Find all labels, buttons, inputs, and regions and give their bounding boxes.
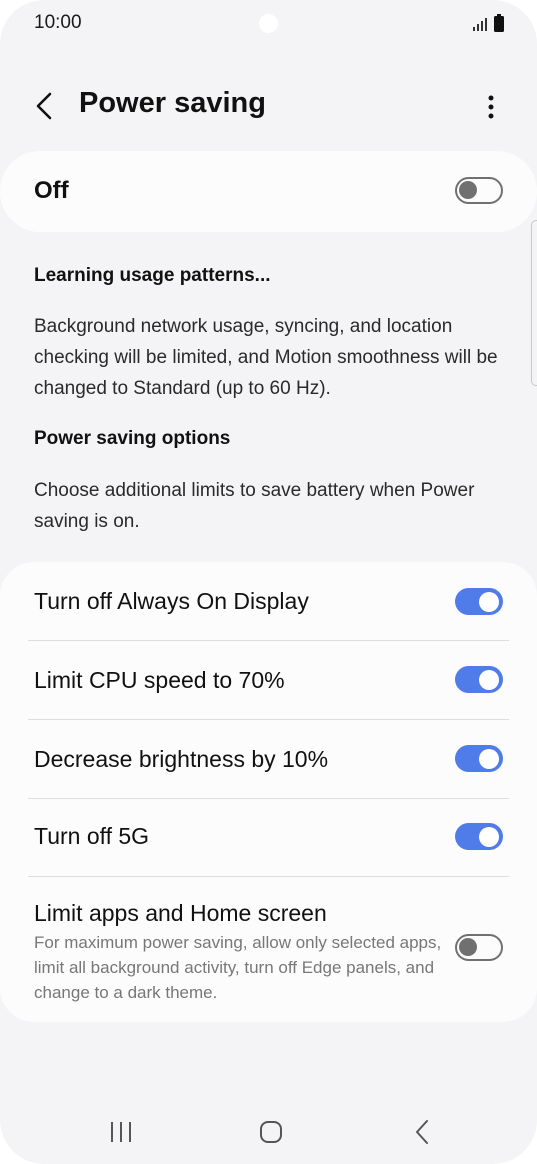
signal-icon: [473, 18, 487, 31]
home-icon: [260, 1121, 282, 1143]
back-nav-icon: [416, 1120, 428, 1144]
option-label: Decrease brightness by 10%: [34, 746, 329, 772]
power-saving-switch[interactable]: [455, 177, 503, 204]
option-row-5g[interactable]: Turn off 5G: [0, 799, 537, 876]
home-button[interactable]: [249, 1110, 293, 1154]
option-label: Limit apps and Home screen: [34, 900, 327, 926]
chevron-left-icon: [36, 92, 52, 120]
option-row-cpu-speed[interactable]: Limit CPU speed to 70%: [0, 641, 537, 719]
learning-heading: Learning usage patterns...: [34, 265, 271, 286]
power-options-heading: Power saving options: [34, 428, 231, 449]
options-card: Turn off Always On Display Limit CPU spe…: [0, 562, 537, 1022]
power-options-description: Choose additional limits to save battery…: [34, 480, 475, 532]
5g-switch[interactable]: [455, 823, 503, 850]
status-time: 10:00: [34, 12, 82, 33]
option-row-brightness[interactable]: Decrease brightness by 10%: [0, 720, 537, 798]
option-row-always-on-display[interactable]: Turn off Always On Display: [0, 562, 537, 640]
cpu-speed-switch[interactable]: [455, 666, 503, 693]
switch-knob: [459, 181, 477, 199]
switch-knob: [459, 938, 477, 956]
back-button[interactable]: [26, 84, 62, 128]
option-description: For maximum power saving, allow only sel…: [34, 933, 442, 1002]
more-options-button[interactable]: [474, 88, 508, 126]
camera-cutout: [259, 14, 278, 33]
page-title: Power saving: [79, 87, 266, 119]
option-label: Limit CPU speed to 70%: [34, 667, 285, 693]
power-saving-master-row[interactable]: Off: [0, 151, 537, 232]
option-row-limit-apps[interactable]: Limit apps and Home screen For maximum p…: [0, 877, 537, 1022]
option-label: Turn off Always On Display: [34, 588, 309, 614]
battery-icon: [494, 14, 504, 32]
recent-apps-button[interactable]: [99, 1110, 143, 1154]
switch-knob: [479, 669, 499, 690]
more-vertical-icon: [488, 95, 494, 119]
limit-apps-switch[interactable]: [455, 934, 503, 961]
phone-screen: 10:00 Power saving Off Learning usage pa…: [0, 0, 537, 1164]
switch-knob: [479, 826, 499, 847]
switch-knob: [479, 591, 499, 612]
master-toggle-label: Off: [34, 177, 69, 204]
switch-knob: [479, 748, 499, 769]
scrollbar[interactable]: [531, 220, 537, 386]
learning-description: Background network usage, syncing, and l…: [34, 316, 498, 399]
back-nav-button[interactable]: [400, 1110, 444, 1154]
always-on-display-switch[interactable]: [455, 588, 503, 615]
brightness-switch[interactable]: [455, 745, 503, 772]
recent-apps-icon: [111, 1122, 131, 1142]
option-label: Turn off 5G: [34, 823, 150, 849]
